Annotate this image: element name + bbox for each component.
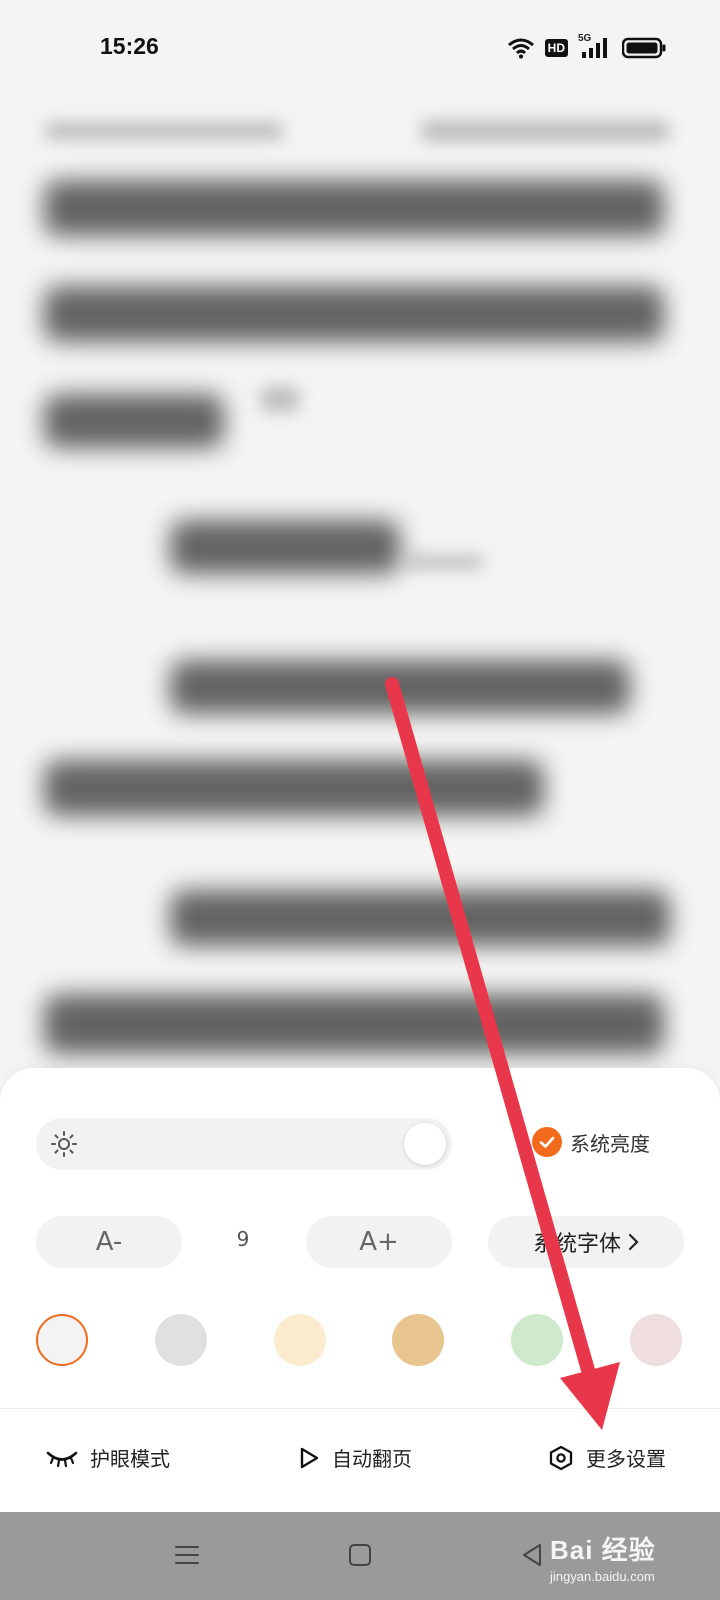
hd-badge: HD bbox=[544, 39, 568, 57]
system-brightness-label: 系统亮度 bbox=[570, 1131, 650, 1156]
status-time: 15:26 bbox=[100, 33, 159, 59]
theme-swatch-tan[interactable] bbox=[392, 1314, 444, 1366]
eye-protection-mode-label: 护眼模式 bbox=[90, 1447, 170, 1471]
font-increase-button[interactable]: A+ bbox=[306, 1216, 452, 1268]
auto-page-turn-button[interactable]: 自动翻页 bbox=[298, 1443, 412, 1472]
font-family-button[interactable]: 系统字体 bbox=[488, 1216, 684, 1268]
sun-icon bbox=[51, 1131, 77, 1157]
theme-swatch-cream[interactable] bbox=[274, 1314, 326, 1366]
home-icon[interactable] bbox=[348, 1542, 372, 1568]
more-settings-button[interactable]: 更多设置 bbox=[548, 1443, 666, 1472]
menu-icon[interactable] bbox=[174, 1542, 200, 1568]
more-settings-label: 更多设置 bbox=[586, 1447, 666, 1471]
brightness-slider[interactable] bbox=[36, 1118, 452, 1170]
status-icons: HD 5G bbox=[507, 33, 666, 60]
battery-icon bbox=[622, 37, 666, 59]
watermark-logo: Bai 经验 jingyan.baidu.com bbox=[550, 1530, 656, 1584]
book-content-blurred bbox=[0, 100, 720, 1100]
brightness-slider-knob[interactable] bbox=[404, 1123, 446, 1165]
font-decrease-button[interactable]: A- bbox=[36, 1216, 182, 1268]
theme-swatch-green[interactable] bbox=[511, 1314, 563, 1366]
closed-eye-icon bbox=[46, 1451, 78, 1467]
system-brightness-toggle[interactable]: 系统亮度 bbox=[532, 1127, 650, 1157]
font-family-label: 系统字体 bbox=[532, 1232, 621, 1257]
theme-swatch-pink[interactable] bbox=[630, 1314, 682, 1366]
watermark-sub: jingyan.baidu.com bbox=[550, 1569, 655, 1584]
font-size-value: 9 bbox=[236, 1227, 250, 1251]
auto-page-turn-label: 自动翻页 bbox=[332, 1447, 412, 1471]
back-icon[interactable] bbox=[520, 1542, 544, 1568]
cellular-signal-icon: 5G bbox=[578, 33, 612, 60]
status-bar: 15:26 HD 5G bbox=[0, 0, 720, 96]
play-icon bbox=[300, 1447, 319, 1468]
navigation-bar: Bai 经验 jingyan.baidu.com bbox=[0, 1512, 720, 1600]
divider bbox=[0, 1408, 720, 1409]
theme-swatch-white[interactable] bbox=[36, 1314, 88, 1366]
eye-protection-mode-button[interactable]: 护眼模式 bbox=[46, 1443, 170, 1472]
theme-swatch-gray[interactable] bbox=[155, 1314, 207, 1366]
hexagon-settings-icon bbox=[549, 1445, 573, 1470]
checkmark-icon bbox=[532, 1127, 562, 1157]
watermark-main: Bai 经验 bbox=[550, 1535, 656, 1565]
wifi-icon bbox=[507, 38, 534, 59]
chevron-right-icon bbox=[628, 1233, 639, 1251]
